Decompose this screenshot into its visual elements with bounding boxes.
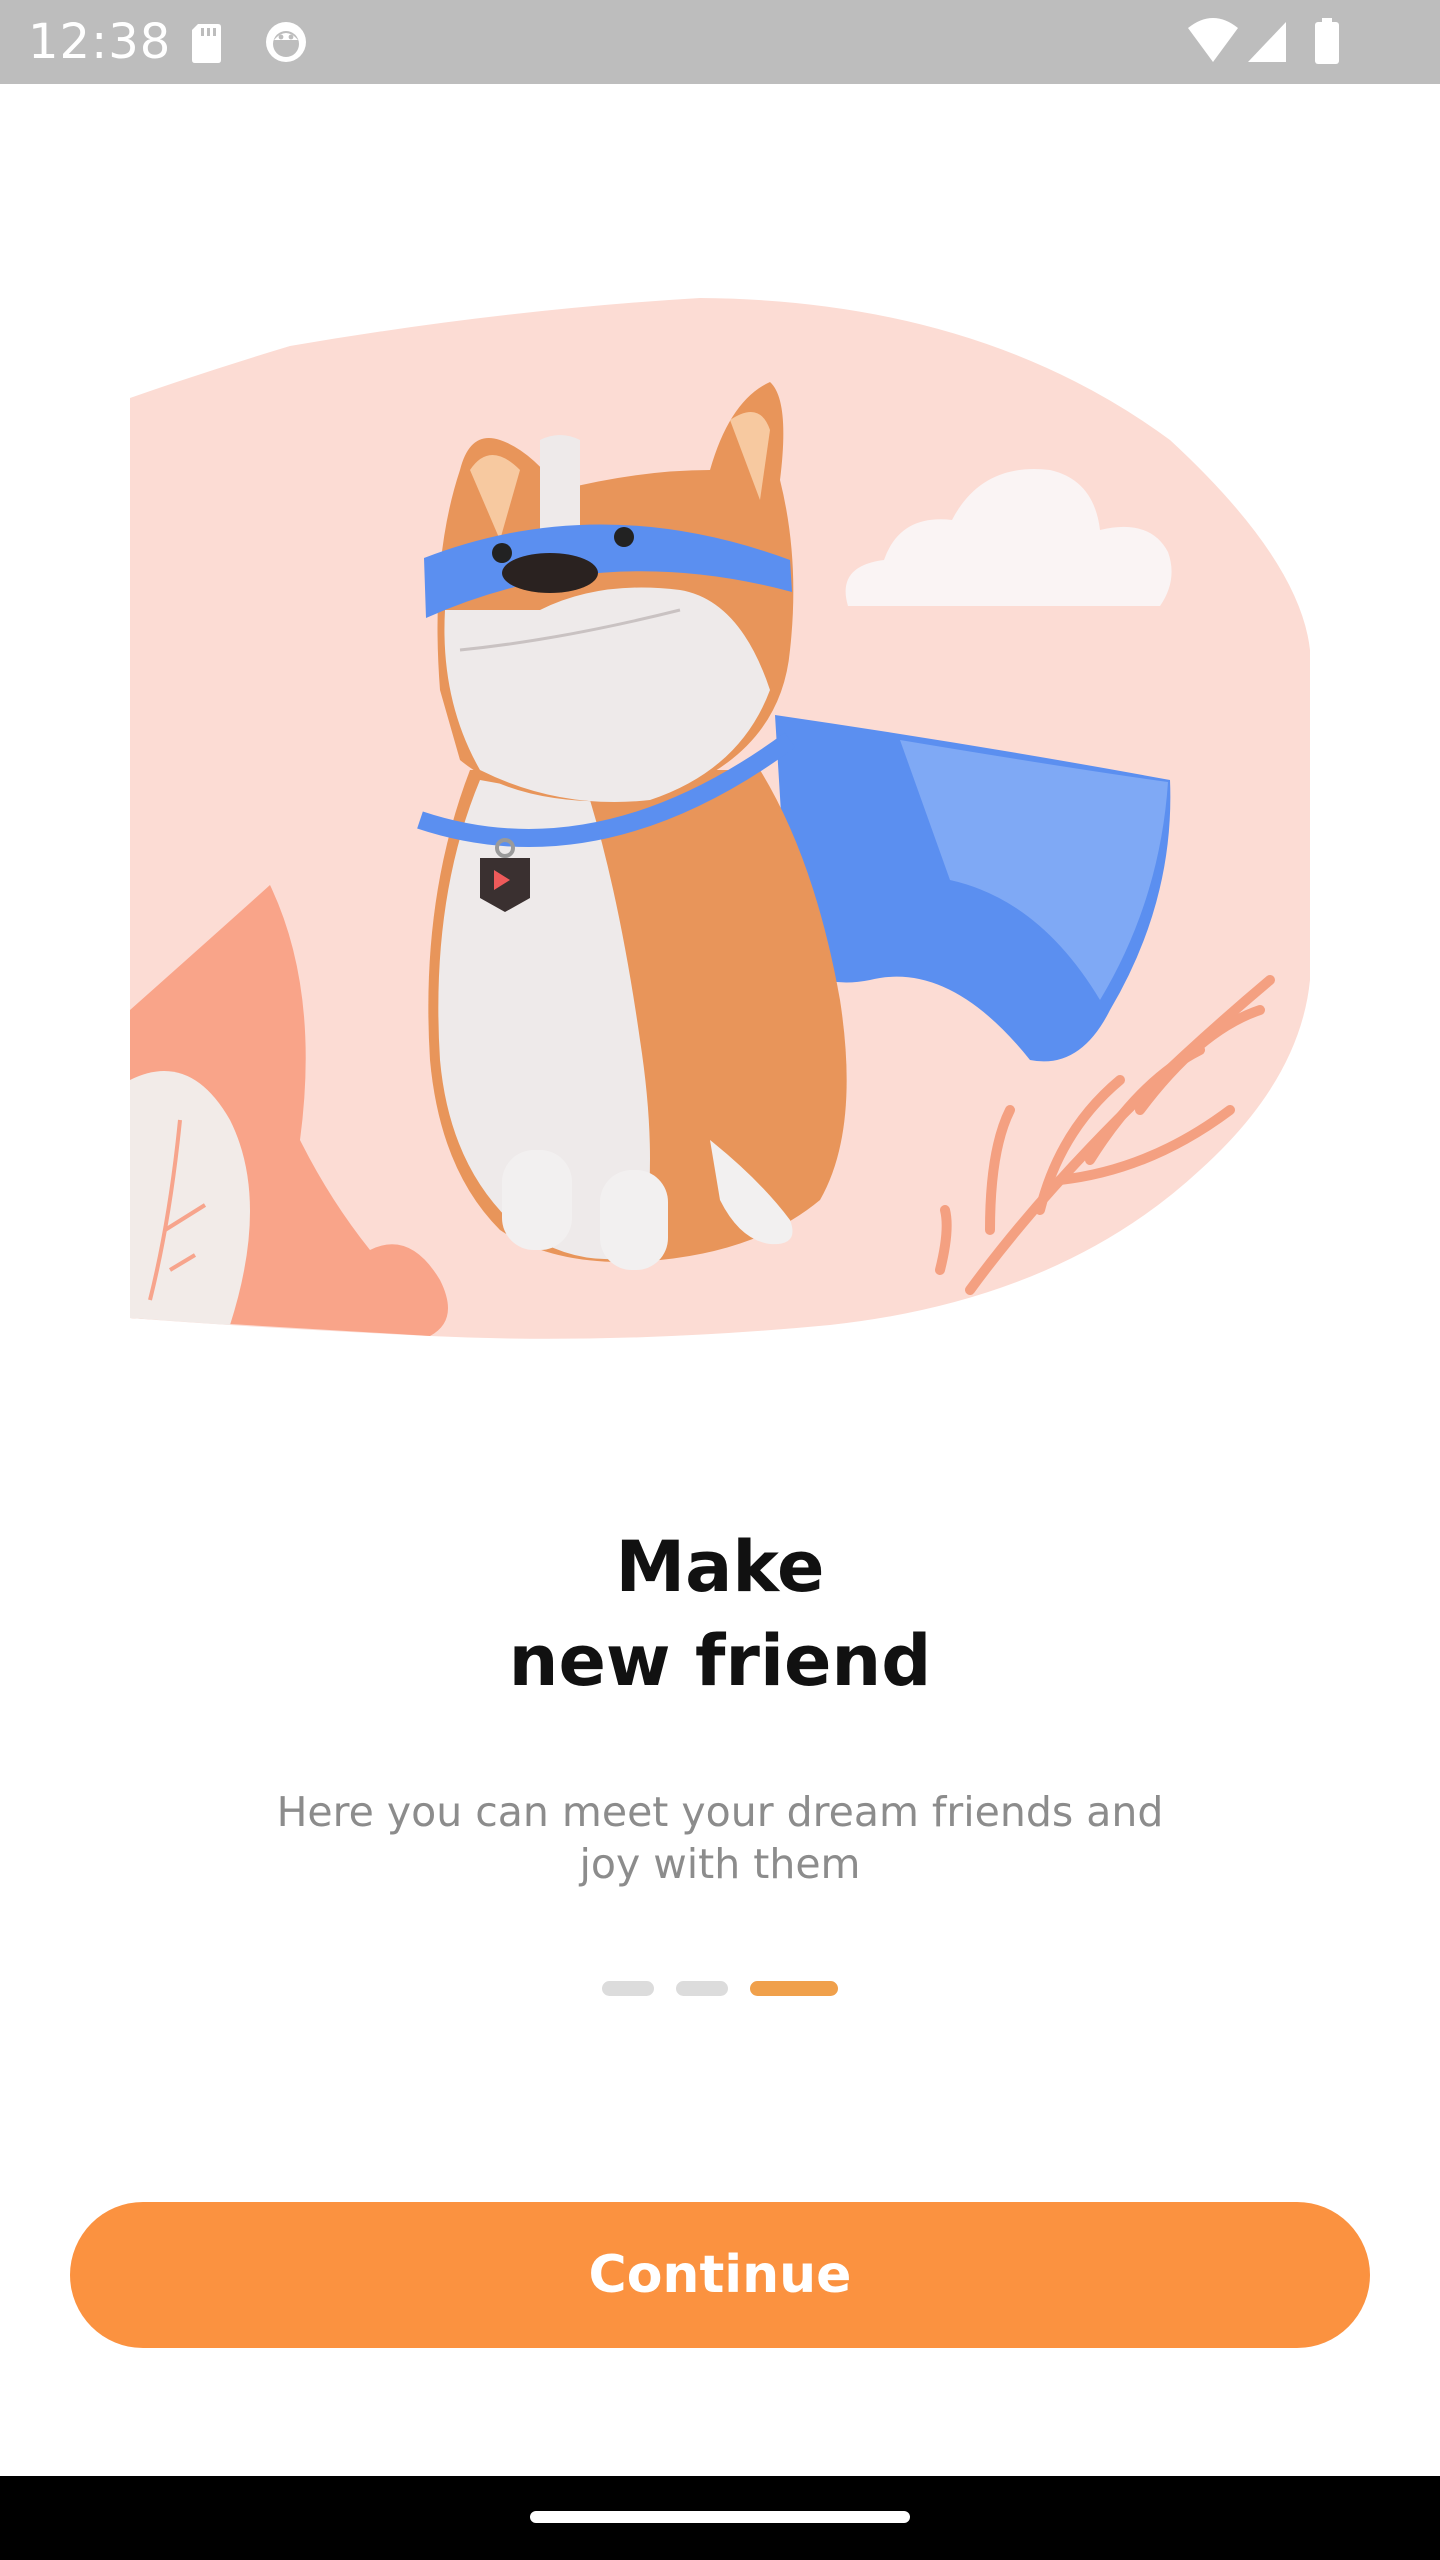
home-indicator[interactable]: [530, 2511, 910, 2523]
status-bar: 12:38: [0, 0, 1440, 84]
wifi-icon: [1188, 18, 1238, 62]
battery-icon: [1315, 18, 1339, 64]
sd-card-icon: [192, 24, 221, 63]
page-subtitle: Here you can meet your dream friends and…: [276, 1788, 1164, 1888]
superhero-dog-illustration: [130, 298, 1310, 1339]
page-title: Make new friend: [508, 1526, 932, 1702]
cellular-signal-icon: [1248, 22, 1286, 62]
navigation-bar: [0, 2476, 1440, 2560]
status-time: 12:38: [28, 14, 172, 70]
page-indicator-dot-3-active: [750, 1981, 838, 1996]
page-indicator-dot-2: [676, 1981, 728, 1996]
android-debug-icon: [266, 22, 306, 62]
onboarding-content: Make new friend Here you can meet your d…: [0, 1520, 1440, 1890]
continue-button[interactable]: Continue: [70, 2202, 1370, 2348]
page-indicator: [0, 1981, 1440, 1997]
page-indicator-dot-1: [602, 1981, 654, 1996]
